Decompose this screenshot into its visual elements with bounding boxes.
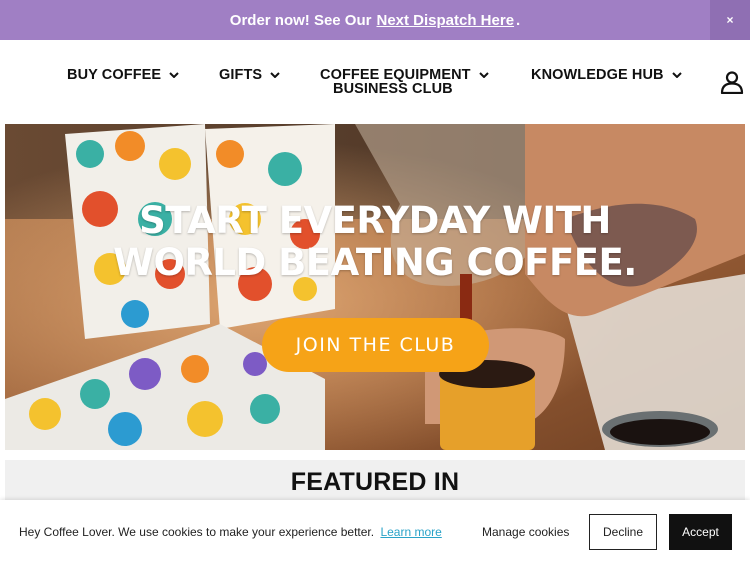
small-cup (602, 411, 718, 447)
hero-title-line-2: WORLD BEATING COFFEE. (113, 241, 637, 284)
announcement-suffix: . (516, 11, 521, 29)
nav-buy-coffee[interactable]: BUY COFFEE (67, 67, 180, 83)
featured-title: FEATURED IN (290, 468, 460, 496)
next-dispatch-link[interactable]: Next Dispatch Here (376, 12, 514, 29)
join-the-club-button[interactable]: JOIN THE CLUB (262, 318, 489, 372)
hero-banner: START EVERYDAY WITH WORLD BEATING COFFEE… (5, 124, 745, 450)
nav-label: GIFTS (219, 67, 263, 83)
coffee-mug (439, 360, 535, 450)
announcement-text: Order now! See Our (229, 11, 372, 29)
accept-button[interactable]: Accept (669, 514, 732, 550)
hero-title: START EVERYDAY WITH WORLD BEATING COFFEE… (5, 200, 745, 284)
site-header: BUY COFFEE GIFTS COFFEE EQUIPMENT KNOWLE… (0, 40, 750, 124)
chevron-down-icon (169, 72, 180, 78)
close-icon: × (726, 13, 734, 27)
manage-cookies-link[interactable]: Manage cookies (482, 525, 569, 539)
close-announcement-button[interactable]: × (710, 0, 750, 40)
nav-knowledge-hub[interactable]: KNOWLEDGE HUB (531, 67, 682, 83)
decline-button[interactable]: Decline (589, 514, 657, 550)
cookie-banner: Hey Coffee Lover. We use cookies to make… (0, 500, 750, 563)
chevron-down-icon (672, 72, 682, 78)
hero-image (5, 124, 745, 450)
chevron-down-icon (479, 72, 489, 78)
chevron-down-icon (270, 72, 281, 78)
cookie-message: Hey Coffee Lover. We use cookies to make… (19, 525, 375, 539)
user-icon[interactable] (720, 70, 744, 94)
cookie-message-wrap: Hey Coffee Lover. We use cookies to make… (19, 525, 442, 539)
nav-gifts[interactable]: GIFTS (219, 67, 281, 83)
nav-label: BUSINESS CLUB (333, 81, 453, 97)
nav-label: KNOWLEDGE HUB (531, 67, 664, 83)
nav-business-club[interactable]: BUSINESS CLUB (333, 81, 453, 97)
announcement-bar: Order now! See Our Next Dispatch Here . … (0, 0, 750, 40)
nav-label: BUY COFFEE (67, 67, 162, 83)
learn-more-link[interactable]: Learn more (380, 525, 441, 539)
hero-title-line-1: START EVERYDAY WITH (139, 199, 611, 242)
